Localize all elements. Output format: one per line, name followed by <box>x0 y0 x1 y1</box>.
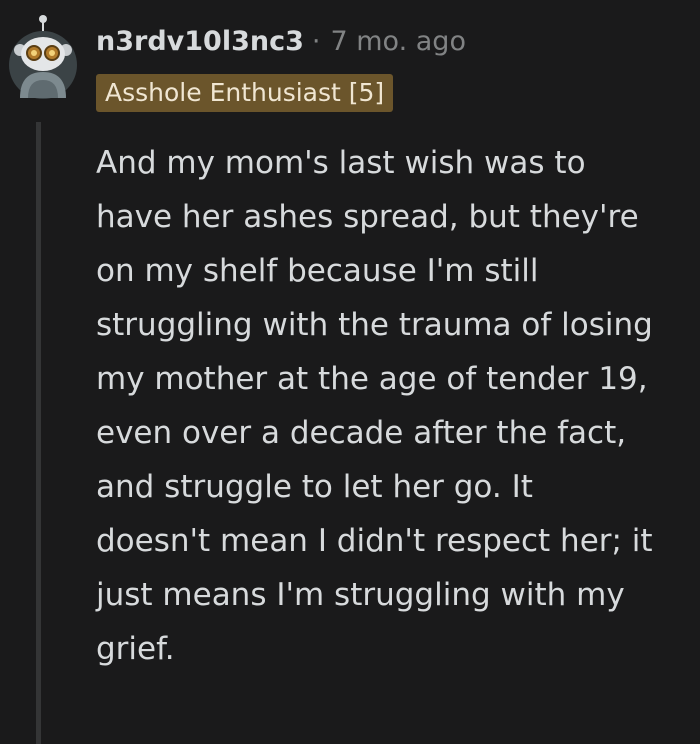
thread-collapse-line[interactable] <box>36 122 41 744</box>
meta-separator: · <box>311 26 321 57</box>
comment-meta: n3rdv10l3nc3 · 7 mo. ago <box>96 22 466 62</box>
comment-body: And my mom's last wish was to have her a… <box>96 145 653 667</box>
username[interactable]: n3rdv10l3nc3 <box>96 26 304 57</box>
snoo-avatar-icon[interactable] <box>6 10 80 100</box>
user-flair: Asshole Enthusiast [5] <box>96 74 394 112</box>
comment: n3rdv10l3nc3 · 7 mo. ago Asshole Enthusias… <box>0 0 700 744</box>
timestamp[interactable]: 7 mo. ago <box>330 26 465 57</box>
